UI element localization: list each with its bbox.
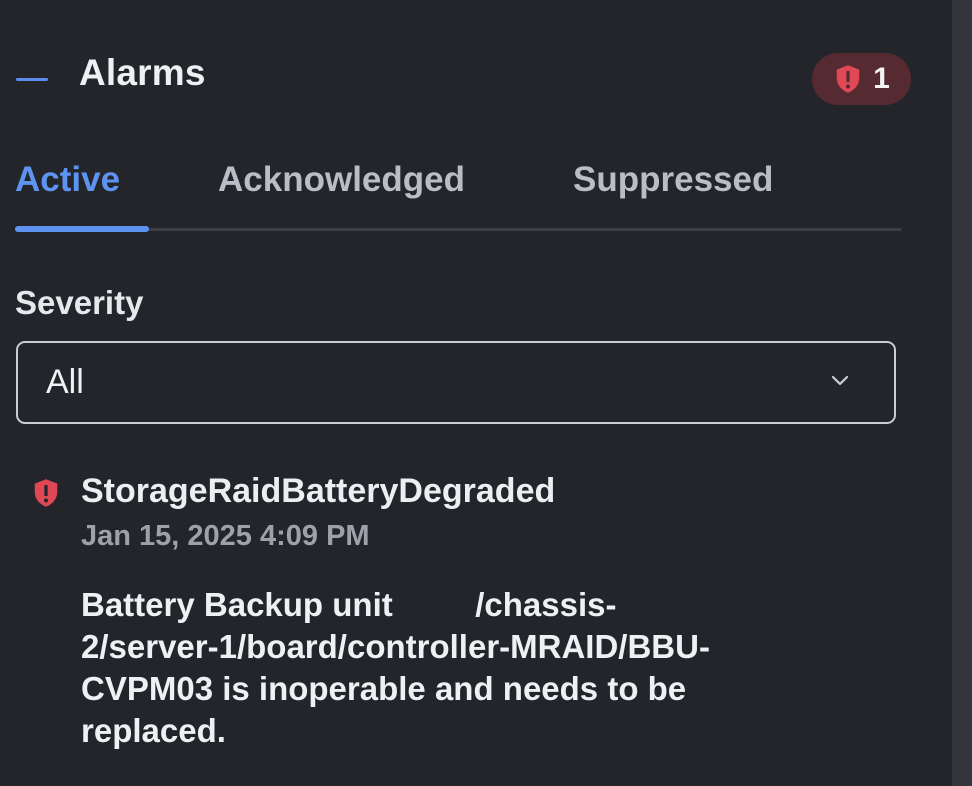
severity-select-value: All — [46, 363, 84, 401]
alarm-name: StorageRaidBatteryDegraded — [81, 472, 556, 510]
severity-label: Severity — [15, 284, 144, 321]
alarm-description-line: 2/server-1/board/controller-MRAID/BBU- — [81, 628, 710, 665]
alarm-description-line: replaced. — [81, 712, 226, 749]
alarm-description-line: CVPM03 is inoperable and needs to be — [81, 670, 687, 707]
alarm-description-line: Battery Backup unit /chassis- — [81, 586, 617, 623]
alarm-list-item[interactable]: StorageRaidBatteryDegraded Jan 15, 2025 … — [0, 468, 930, 768]
minus-icon — [16, 78, 48, 81]
vertical-scrollbar[interactable] — [952, 0, 972, 786]
alarm-description: Battery Backup unit /chassis- 2/server-1… — [81, 584, 861, 752]
panel-title: Alarms — [79, 52, 206, 93]
alarms-panel: Alarms 1 Active Acknowledged Suppressed … — [0, 0, 952, 786]
critical-shield-icon — [34, 479, 58, 507]
collapse-toggle-button[interactable] — [14, 62, 48, 92]
tab-suppressed[interactable]: Suppressed — [573, 160, 773, 200]
tab-active[interactable]: Active — [15, 160, 120, 200]
severity-select[interactable]: All — [16, 341, 896, 424]
critical-shield-icon — [836, 65, 860, 93]
alarm-timestamp: Jan 15, 2025 4:09 PM — [81, 520, 370, 552]
active-tab-indicator — [15, 226, 149, 232]
chevron-down-icon — [831, 375, 849, 386]
alarm-count-badge[interactable]: 1 — [812, 53, 911, 105]
alarm-tabs: Active Acknowledged Suppressed — [15, 150, 901, 236]
alarm-count: 1 — [873, 62, 890, 95]
tab-acknowledged[interactable]: Acknowledged — [218, 160, 465, 200]
